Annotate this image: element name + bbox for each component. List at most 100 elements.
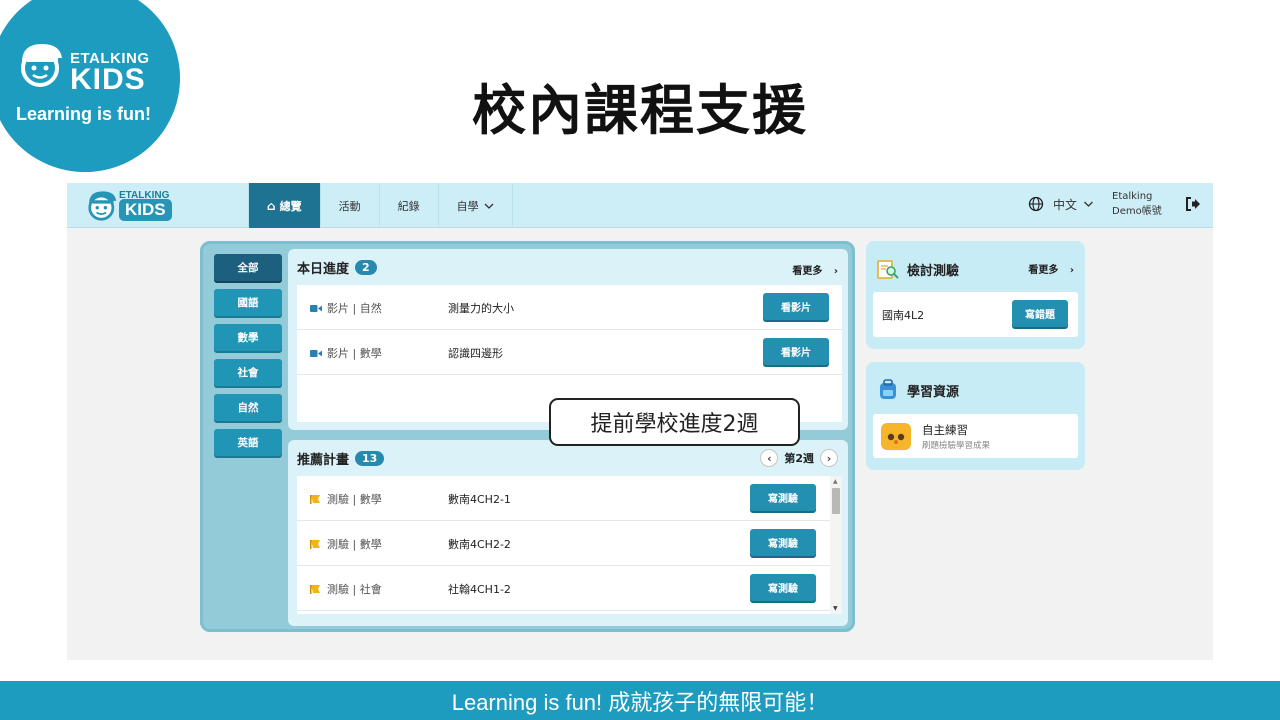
main-nav: ⌂ 總覽 活動 紀錄 自學	[248, 183, 513, 228]
item-type: 測驗 | 數學	[310, 491, 382, 507]
self-practice-title: 自主練習	[922, 423, 968, 437]
globe-icon[interactable]	[1028, 196, 1044, 212]
list-item: 測驗 | 社會 社翰4CH1-2 寫測驗	[297, 566, 830, 611]
nav-overview[interactable]: ⌂ 總覽	[248, 183, 321, 228]
subject-social[interactable]: 社會	[214, 359, 282, 386]
today-see-more-link[interactable]: 看更多 ›	[792, 262, 838, 277]
subject-all[interactable]: 全部	[214, 254, 282, 281]
item-type-label: 測驗 | 社會	[327, 583, 382, 596]
top-nav-bar: ETALKING KIDS ⌂ 總覽 活動 紀錄 自學 中文 Etalking …	[67, 183, 1213, 228]
subject-filter: 全部 國語 數學 社會 自然 英語	[214, 254, 282, 464]
list-item: 測驗 | 數學 數南4CH2-1 寫測驗	[297, 476, 830, 521]
nav-activities[interactable]: 活動	[321, 183, 380, 228]
video-camera-icon	[310, 349, 322, 357]
subject-science[interactable]: 自然	[214, 394, 282, 421]
watch-video-button[interactable]: 看影片	[763, 293, 829, 320]
home-icon: ⌂	[267, 198, 276, 213]
review-magnifier-icon	[877, 260, 899, 279]
chevron-right-icon: ›	[833, 266, 838, 277]
list-item: 影片 | 自然 測量力的大小 看影片	[297, 285, 842, 330]
recommended-plan-title: 推薦計畫	[297, 453, 350, 468]
previous-week-button[interactable]: ‹	[760, 449, 779, 467]
chevron-down-icon	[484, 203, 494, 209]
recommended-plan-card: 推薦計畫 13 ‹ 第2週 › 測驗 | 數學 數南4CH2-1 寫測驗 測驗 …	[288, 440, 848, 626]
item-type: 測驗 | 社會	[310, 581, 382, 597]
take-quiz-button[interactable]: 寫測驗	[750, 529, 816, 556]
nav-overview-label: 總覽	[279, 199, 302, 213]
today-progress-title: 本日進度	[297, 262, 350, 277]
item-title: 認識四邊形	[448, 347, 503, 360]
user-account[interactable]: Etalking Demo帳號	[1112, 189, 1162, 219]
take-quiz-button[interactable]: 寫測驗	[750, 484, 816, 511]
slide: ETALKING KIDS Learning is fun! 校內課程支援 ET…	[0, 0, 1280, 720]
list-item: 測驗 | 數學 數南4CH2-2 寫測驗	[297, 521, 830, 566]
callout-box: 提前學校進度2週	[549, 398, 800, 446]
nav-self-study[interactable]: 自學	[439, 183, 513, 228]
next-week-button[interactable]: ›	[820, 449, 838, 467]
item-title: 數南4CH2-2	[448, 538, 511, 551]
review-item-title: 國南4L2	[882, 309, 925, 322]
item-type-label: 測驗 | 數學	[327, 493, 382, 506]
slide-title: 校內課程支援	[472, 79, 808, 142]
footer-banner: Learning is fun! 成就孩子的無限可能！	[0, 681, 1280, 720]
list-item: 影片 | 數學 認識四邊形 看影片	[297, 330, 842, 375]
subject-math[interactable]: 數學	[214, 324, 282, 351]
item-type: 測驗 | 數學	[310, 536, 382, 552]
review-see-more-label: 看更多	[1028, 265, 1059, 276]
nav-self-study-label: 自學	[456, 199, 479, 213]
item-type: 影片 | 自然	[310, 300, 382, 316]
week-navigator: ‹ 第2週 ›	[760, 449, 838, 467]
item-type: 影片 | 數學	[310, 345, 382, 361]
item-title: 社翰4CH1-2	[448, 583, 511, 596]
user-account-name: Demo帳號	[1112, 206, 1162, 217]
recommended-plan-header: 推薦計畫 13	[297, 449, 385, 468]
app-brand-bottom: KIDS	[119, 199, 172, 221]
review-quiz-header: 檢討測驗	[877, 258, 959, 280]
subject-chinese[interactable]: 國語	[214, 289, 282, 316]
today-progress-header: 本日進度 2	[297, 258, 377, 277]
backpack-icon	[880, 379, 896, 399]
subject-english[interactable]: 英語	[214, 429, 282, 456]
recommended-scrollbar[interactable]: ▲ ▼	[830, 476, 842, 614]
review-quiz-card: 檢討測驗 看更多 › 國南4L2 寫錯題	[866, 241, 1085, 349]
learning-resources-header: 學習資源	[877, 379, 959, 401]
item-title: 測量力的大小	[448, 302, 514, 315]
nav-records-label: 紀錄	[397, 199, 420, 213]
item-type-label: 測驗 | 數學	[327, 538, 382, 551]
quiz-flag-icon	[310, 495, 320, 504]
self-practice-item[interactable]: 自主練習 刷題檢驗學習成果	[873, 414, 1078, 458]
nav-records[interactable]: 紀錄	[380, 183, 439, 228]
chevron-right-icon: ›	[1069, 265, 1074, 276]
week-label: 第2週	[784, 452, 814, 465]
chevron-down-icon	[1083, 201, 1093, 207]
user-name: Etalking	[1112, 191, 1153, 202]
wrong-answers-button[interactable]: 寫錯題	[1012, 300, 1068, 327]
today-count-badge: 2	[355, 260, 377, 275]
fox-mascot-icon	[881, 423, 911, 450]
watch-video-button[interactable]: 看影片	[763, 338, 829, 365]
language-selector[interactable]: 中文	[1053, 196, 1094, 213]
recommend-count-badge: 13	[355, 451, 385, 466]
scroll-down-icon[interactable]: ▼	[833, 605, 838, 612]
nav-activities-label: 活動	[338, 199, 361, 213]
review-item: 國南4L2 寫錯題	[873, 292, 1078, 337]
item-title: 數南4CH2-1	[448, 493, 511, 506]
logout-icon[interactable]	[1185, 196, 1201, 212]
kid-face-icon	[88, 191, 117, 221]
language-label: 中文	[1053, 198, 1078, 212]
learning-resources-card: 學習資源 自主練習 刷題檢驗學習成果	[866, 362, 1085, 470]
today-see-more-label: 看更多	[792, 266, 823, 277]
quiz-flag-icon	[310, 585, 320, 594]
quiz-flag-icon	[310, 540, 320, 549]
review-see-more-link[interactable]: 看更多 ›	[1028, 261, 1074, 276]
review-quiz-title: 檢討測驗	[907, 263, 960, 279]
take-quiz-button[interactable]: 寫測驗	[750, 574, 816, 601]
scrollbar-thumb[interactable]	[832, 488, 840, 514]
scroll-up-icon[interactable]: ▲	[833, 478, 838, 485]
app-logo[interactable]: ETALKING KIDS	[85, 186, 175, 224]
recommended-list: 測驗 | 數學 數南4CH2-1 寫測驗 測驗 | 數學 數南4CH2-2 寫測…	[297, 476, 842, 614]
item-type-label: 影片 | 數學	[327, 347, 382, 360]
item-type-label: 影片 | 自然	[327, 302, 382, 315]
video-camera-icon	[310, 304, 322, 312]
self-practice-desc: 刷題檢驗學習成果	[922, 441, 991, 451]
